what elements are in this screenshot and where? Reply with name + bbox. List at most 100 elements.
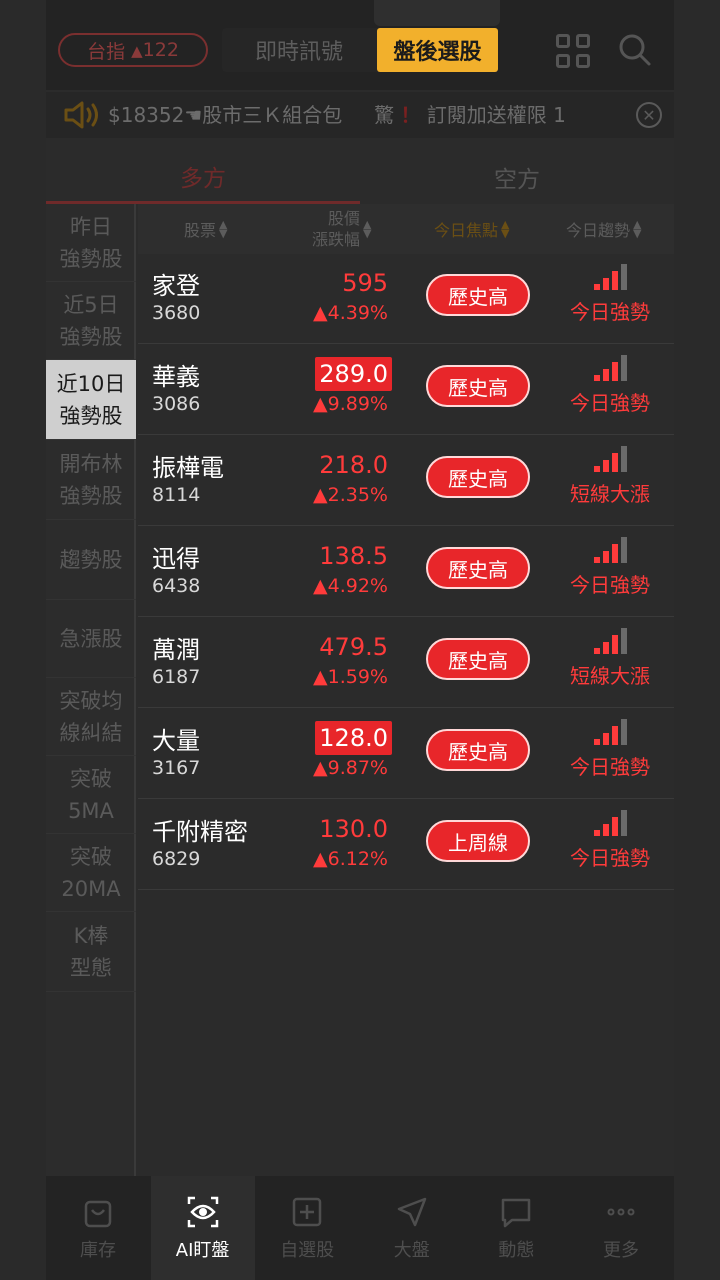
strategy-sidebar: 昨日 強勢股 近5日 強勢股 近10日 強勢股 開布林 強勢股 趨勢股 急漲股 突破均 線糾… [46, 204, 136, 1180]
index-pill[interactable]: 台指 ▲122 [58, 33, 208, 67]
navigation-arrow-icon [397, 1197, 427, 1227]
up-triangle-icon: ▲ [131, 42, 143, 60]
focus-badge[interactable]: 歷史高 [426, 729, 530, 771]
trend-label: 今日強勢 [570, 300, 650, 324]
focus-badge[interactable]: 歷史高 [426, 365, 530, 407]
stock-name: 華義 [152, 363, 200, 391]
strength-bar [603, 369, 609, 381]
nav-more[interactable]: 更多 [569, 1176, 673, 1280]
trend-label: 今日強勢 [570, 755, 650, 779]
stock-price: 218.0 [319, 451, 388, 479]
strength-bar [621, 446, 627, 472]
stock-price: 138.5 [319, 542, 388, 570]
strength-bar [594, 284, 600, 290]
nav-label: 自選股 [280, 1240, 335, 1261]
table-header: 股票 ▲ ▼ 股價 漲跌幅 ▲ ▼ 今日焦點 ▲ ▼ 今日趨勢 ▲ ▼ [138, 204, 674, 254]
trend-label: 今日強勢 [570, 573, 650, 597]
table-row[interactable]: 家登 3680 595 ▲4.39% 歷史高 今日強勢 [138, 254, 674, 344]
focus-badge[interactable]: 歷史高 [426, 638, 530, 680]
strength-bar [612, 362, 618, 381]
signal-strength-icon [594, 537, 627, 563]
nav-market[interactable]: 大盤 [360, 1176, 464, 1280]
strength-bar [603, 824, 609, 836]
header-price[interactable]: 股價 漲跌幅 ▲ ▼ [312, 204, 371, 254]
table-row[interactable]: 華義 3086 289.0 ▲9.89% 歷史高 今日強勢 [138, 345, 674, 435]
header-trend[interactable]: 今日趨勢 ▲ ▼ [566, 204, 641, 254]
strength-bar [594, 648, 600, 654]
sidebar-item[interactable]: 近5日 強勢股 [46, 282, 136, 360]
announcement-text[interactable]: $18352☚股市三Ｋ組合包 驚 ！ 訂閱加送權限 1 [108, 100, 628, 130]
table-row[interactable]: 迅得 6438 138.5 ▲4.92% 歷史高今日強勢 [138, 527, 674, 617]
sidebar-item[interactable]: 突破均 線糾結 [46, 678, 136, 756]
stock-change-pct: ▲2.35% [313, 484, 388, 506]
strength-bar [621, 355, 627, 381]
tab-long[interactable]: 多方 [46, 150, 360, 204]
strength-bar [621, 810, 627, 836]
sidebar-item[interactable]: 急漲股 [46, 600, 136, 678]
sidebar-item[interactable]: 開布林 強勢股 [46, 440, 136, 520]
eye-scan-icon [187, 1196, 218, 1228]
header-stock[interactable]: 股票 ▲ ▼ [184, 204, 227, 254]
nav-watchlist[interactable]: 自選股 [255, 1176, 359, 1280]
focus-badge[interactable]: 歷史高 [426, 274, 530, 316]
strength-bar [621, 264, 627, 290]
strength-bar [594, 557, 600, 563]
stock-price: 130.0 [319, 815, 388, 843]
stock-change-pct: ▲1.59% [313, 666, 388, 688]
strength-bar [612, 453, 618, 472]
search-icon[interactable] [618, 33, 652, 67]
table-row[interactable]: 萬潤 6187 479.5 ▲1.59% 歷史高 短線大漲 [138, 618, 674, 708]
strength-bar [594, 739, 600, 745]
table-row[interactable]: 千附精密 6829 130.0 ▲6.12% 上周線 今日強勢 [138, 800, 674, 890]
trend-label: 今日強勢 [570, 846, 650, 870]
signal-strength-icon [594, 355, 627, 381]
bottom-nav: 庫存 AI盯盤 自選股 大盤 動態 更多 [46, 1176, 674, 1280]
nav-label: 庫存 [80, 1240, 116, 1261]
sidebar-item[interactable]: 昨日 強勢股 [46, 204, 136, 282]
nav-label: AI盯盤 [175, 1240, 230, 1261]
focus-badge[interactable]: 歷史高 [426, 456, 530, 498]
more-icon [607, 1208, 635, 1216]
tab-realtime-signal[interactable]: 即時訊號 [222, 28, 376, 72]
signal-tabs: 即時訊號 盤後選股 [222, 28, 498, 72]
tab-after-hours-picks[interactable]: 盤後選股 [377, 28, 498, 72]
index-label: 台指 [87, 40, 126, 63]
nav-inventory[interactable]: 庫存 [46, 1176, 150, 1280]
nav-feed[interactable]: 動態 [464, 1176, 568, 1280]
strength-bar [612, 817, 618, 836]
header-focus[interactable]: 今日焦點 ▲ ▼ [434, 204, 509, 254]
strength-bar [603, 460, 609, 472]
tab-short[interactable]: 空方 [360, 150, 674, 204]
stock-price: 479.5 [319, 633, 388, 661]
focus-badge[interactable]: 上周線 [426, 820, 530, 862]
grid-icon[interactable] [556, 34, 590, 68]
top-handle [374, 0, 500, 26]
pointing-hand-icon: ☚ [184, 103, 203, 127]
stock-code: 3167 [152, 757, 201, 779]
focus-badge[interactable]: 歷史高 [426, 547, 530, 589]
sidebar-item[interactable]: 趨勢股 [46, 520, 136, 600]
nav-ai-watch[interactable]: AI盯盤 [150, 1176, 255, 1280]
strength-bar [612, 271, 618, 290]
stock-name: 迅得 [152, 545, 200, 573]
close-icon[interactable]: ✕ [636, 102, 662, 128]
stock-code: 6438 [152, 575, 201, 597]
add-box-icon [292, 1197, 322, 1227]
index-change: ▲122 [131, 39, 179, 61]
sort-icon: ▲ ▼ [219, 218, 228, 240]
sidebar-item[interactable]: 近10日 強勢股 [46, 360, 136, 440]
strength-bar [621, 628, 627, 654]
sidebar-item[interactable]: 突破 5MA [46, 756, 136, 834]
sidebar-item[interactable]: 突破 20MA [46, 834, 136, 912]
table-row[interactable]: 振樺電 8114 218.0 ▲2.35% 歷史高 短線大漲 [138, 436, 674, 526]
stock-change-pct: ▲9.89% [313, 393, 388, 415]
signal-strength-icon [594, 628, 627, 654]
chat-icon [502, 1198, 531, 1228]
speaker-icon [64, 101, 98, 129]
stock-change-pct: ▲4.92% [313, 575, 388, 597]
signal-strength-icon [594, 264, 627, 290]
signal-strength-icon [594, 719, 627, 745]
table-row[interactable]: 大量 3167 128.0 ▲9.87% 歷史高 今日強勢 [138, 709, 674, 799]
strength-bar [594, 830, 600, 836]
sidebar-item[interactable]: K棒 型態 [46, 912, 136, 992]
